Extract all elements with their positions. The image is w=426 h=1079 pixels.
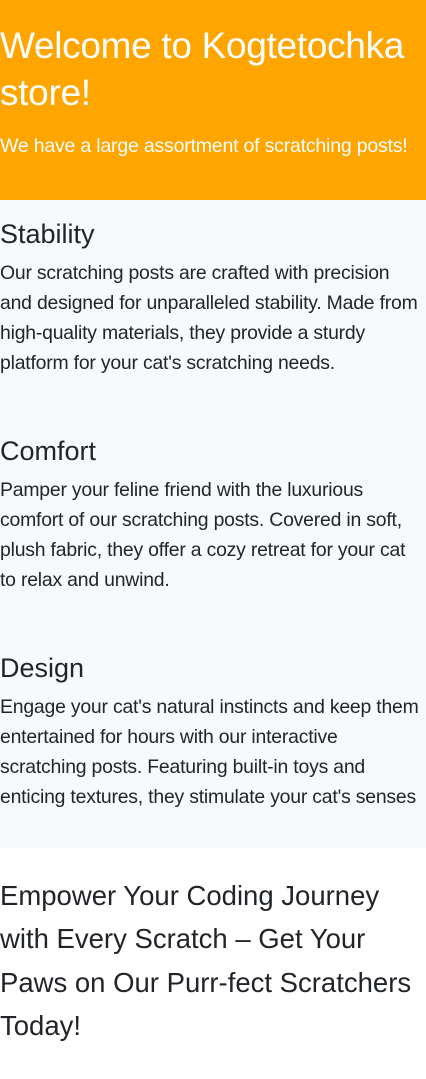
hero-banner: Welcome to Kogtetochka store! We have a … <box>0 0 426 200</box>
feature-heading: Design <box>0 653 85 683</box>
feature-heading: Comfort <box>0 436 97 466</box>
features-section: Stability Our scratching posts are craft… <box>0 200 426 848</box>
call-to-action-section: Empower Your Coding Journey with Every S… <box>0 848 426 1047</box>
feature-design: Design Engage your cat's natural instinc… <box>0 652 426 818</box>
feature-text: Our scratching posts are crafted with pr… <box>0 262 418 374</box>
feature-comfort: Comfort Pamper your feline friend with t… <box>0 435 426 595</box>
hero-subtitle: We have a large assortment of scratching… <box>0 135 408 157</box>
call-to-action-text: Empower Your Coding Journey with Every S… <box>0 880 412 1041</box>
feature-text: Engage your cat's natural instincts and … <box>0 696 419 818</box>
hero-title: Welcome to Kogtetochka store! <box>0 25 405 113</box>
feature-stability: Stability Our scratching posts are craft… <box>0 218 426 378</box>
feature-heading: Stability <box>0 219 95 249</box>
feature-text: Pamper your feline friend with the luxur… <box>0 479 406 591</box>
